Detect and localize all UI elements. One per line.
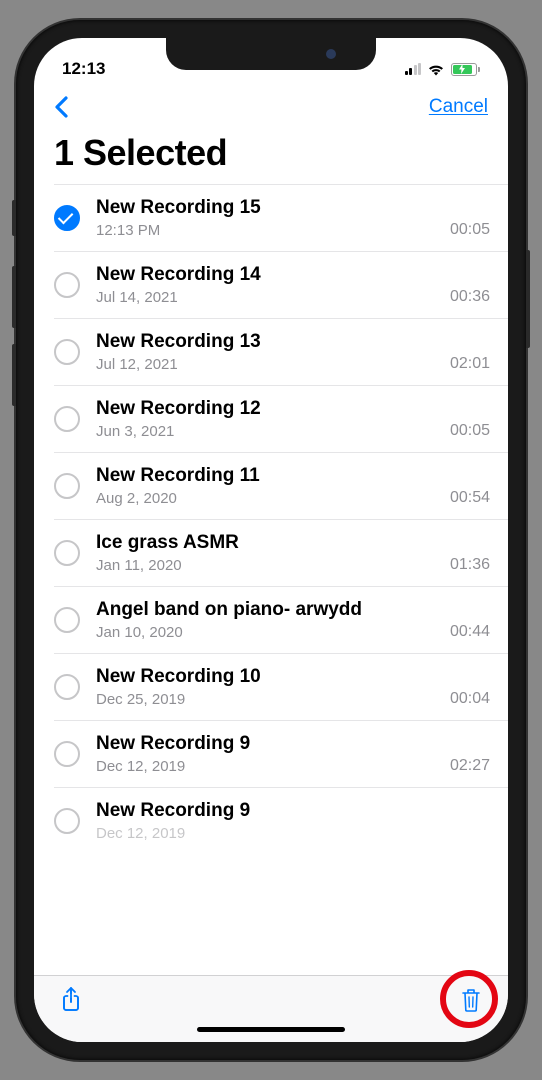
selection-checkbox[interactable] (54, 406, 80, 432)
recording-date: Dec 12, 2019 (96, 825, 250, 842)
list-item[interactable]: New Recording 11 Aug 2, 2020 00:54 (54, 452, 508, 519)
selection-checkbox[interactable] (54, 674, 80, 700)
recording-title: New Recording 11 (96, 465, 260, 487)
recording-date: Jun 3, 2021 (96, 423, 261, 440)
page-title: 1 Selected (34, 126, 508, 184)
list-item[interactable]: New Recording 10 Dec 25, 2019 00:04 (54, 653, 508, 720)
recording-title: New Recording 15 (96, 197, 261, 219)
nav-bar: Cancel (34, 86, 508, 126)
recording-title: New Recording 9 (96, 800, 250, 822)
list-item[interactable]: Ice grass ASMR Jan 11, 2020 01:36 (54, 519, 508, 586)
recording-title: New Recording 14 (96, 264, 261, 286)
screen: 12:13 (34, 38, 508, 1042)
list-item[interactable]: New Recording 9 Dec 12, 2019 02:27 (54, 720, 508, 787)
battery-icon (451, 63, 480, 76)
recording-duration: 02:27 (450, 757, 490, 775)
recording-title: New Recording 10 (96, 666, 261, 688)
notch (166, 38, 376, 70)
cellular-signal-icon (405, 63, 422, 75)
recording-title: Ice grass ASMR (96, 532, 239, 554)
recording-duration: 00:44 (450, 623, 490, 641)
back-button[interactable] (54, 96, 68, 118)
selection-checkbox[interactable] (54, 339, 80, 365)
list-item[interactable]: Angel band on piano- arwydd Jan 10, 2020 0… (54, 586, 508, 653)
recording-title: New Recording 13 (96, 331, 261, 353)
recording-date: Jul 12, 2021 (96, 356, 261, 373)
selection-checkbox[interactable] (54, 473, 80, 499)
selection-checkbox[interactable] (54, 272, 80, 298)
recording-date: Jan 10, 2020 (96, 624, 362, 641)
recording-date: Dec 12, 2019 (96, 758, 250, 775)
list-item[interactable]: New Recording 15 12:13 PM 00:05 (54, 184, 508, 251)
selection-checkbox[interactable] (54, 607, 80, 633)
recording-date: Dec 25, 2019 (96, 691, 261, 708)
wifi-icon (427, 63, 445, 76)
recording-duration: 02:01 (450, 355, 490, 373)
status-time: 12:13 (62, 59, 105, 79)
recording-duration: 00:04 (450, 690, 490, 708)
recording-duration: 00:05 (450, 422, 490, 440)
recording-duration: 01:36 (450, 556, 490, 574)
recording-duration: 00:54 (450, 489, 490, 507)
selection-checkbox[interactable] (54, 741, 80, 767)
list-item[interactable]: New Recording 13 Jul 12, 2021 02:01 (54, 318, 508, 385)
recording-date: Jan 11, 2020 (96, 557, 239, 574)
recording-date: 12:13 PM (96, 222, 261, 239)
recording-title: New Recording 12 (96, 398, 261, 420)
recording-title: New Recording 9 (96, 733, 250, 755)
selection-checkbox[interactable] (54, 808, 80, 834)
cancel-button[interactable]: Cancel (429, 96, 488, 118)
home-indicator[interactable] (197, 1027, 345, 1032)
recording-title: Angel band on piano- arwydd (96, 599, 362, 621)
list-item[interactable]: New Recording 12 Jun 3, 2021 00:05 (54, 385, 508, 452)
delete-button[interactable] (460, 987, 482, 1013)
phone-frame: 12:13 (16, 20, 526, 1060)
recording-date: Jul 14, 2021 (96, 289, 261, 306)
recording-date: Aug 2, 2020 (96, 490, 260, 507)
recording-duration: 00:36 (450, 288, 490, 306)
share-button[interactable] (60, 986, 82, 1014)
list-item[interactable]: New Recording 14 Jul 14, 2021 00:36 (54, 251, 508, 318)
list-item[interactable]: New Recording 9 Dec 12, 2019 (54, 787, 508, 842)
selection-checkbox[interactable] (54, 205, 80, 231)
recording-duration: 00:05 (450, 221, 490, 239)
recordings-list[interactable]: New Recording 1512:13 PM00:05New Recordi… (34, 184, 508, 975)
selection-checkbox[interactable] (54, 540, 80, 566)
